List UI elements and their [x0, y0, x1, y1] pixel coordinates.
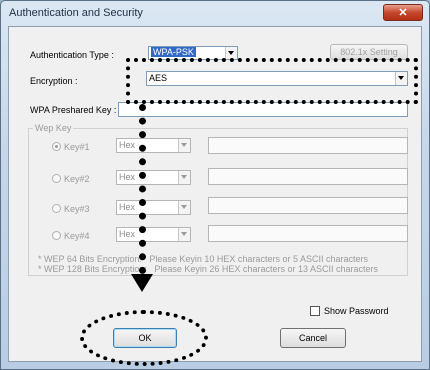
key3-format-select[interactable]: Hex — [116, 200, 191, 215]
annotation-dotted-line — [139, 104, 146, 274]
annotation-arrow-icon — [131, 274, 153, 292]
chevron-down-icon — [178, 201, 190, 214]
wep-key-group-label: Wep Key — [33, 123, 74, 133]
ok-highlight-oval — [80, 310, 208, 366]
encryption-highlight-box — [126, 58, 418, 104]
key2-radio[interactable] — [52, 174, 61, 183]
key2-input[interactable] — [208, 168, 408, 185]
cancel-button[interactable]: Cancel — [280, 328, 346, 348]
window-title: Authentication and Security — [9, 7, 143, 19]
key4-label: Key#4 — [64, 231, 90, 241]
key3-label: Key#3 — [64, 204, 90, 214]
encryption-label: Encryption : — [30, 76, 78, 86]
key4-radio[interactable] — [52, 231, 61, 240]
chevron-down-icon — [178, 171, 190, 184]
preshared-key-label: WPA Preshared Key : — [30, 105, 117, 115]
wep128-note: * WEP 128 Bits Encryption: Please Keyin … — [38, 264, 378, 274]
key4-format-value: Hex — [119, 229, 136, 239]
auth-type-label: Authentication Type : — [30, 50, 114, 60]
key1-input[interactable] — [208, 137, 408, 154]
show-password-label: Show Password — [324, 306, 389, 316]
key1-format-value: Hex — [119, 140, 136, 150]
close-icon: ✕ — [398, 7, 408, 19]
chevron-down-icon — [178, 228, 190, 241]
key2-format-value: Hex — [119, 172, 136, 182]
preshared-key-input[interactable] — [118, 102, 408, 117]
key2-label: Key#2 — [64, 174, 90, 184]
key3-radio[interactable] — [52, 204, 61, 213]
key1-format-select[interactable]: Hex — [116, 138, 191, 153]
key4-input[interactable] — [208, 225, 408, 242]
key4-format-select[interactable]: Hex — [116, 227, 191, 242]
wep64-note: * WEP 64 Bits Encryption: Please Keyin 1… — [38, 254, 368, 264]
auth-type-value: WPA-PSK — [151, 47, 196, 57]
show-password-checkbox[interactable] — [310, 306, 320, 316]
close-button[interactable]: ✕ — [383, 4, 423, 21]
key3-input[interactable] — [208, 197, 408, 214]
key1-label: Key#1 — [64, 142, 90, 152]
key2-format-select[interactable]: Hex — [116, 170, 191, 185]
key3-format-value: Hex — [119, 202, 136, 212]
chevron-down-icon — [178, 139, 190, 152]
key1-radio[interactable] — [52, 142, 61, 151]
